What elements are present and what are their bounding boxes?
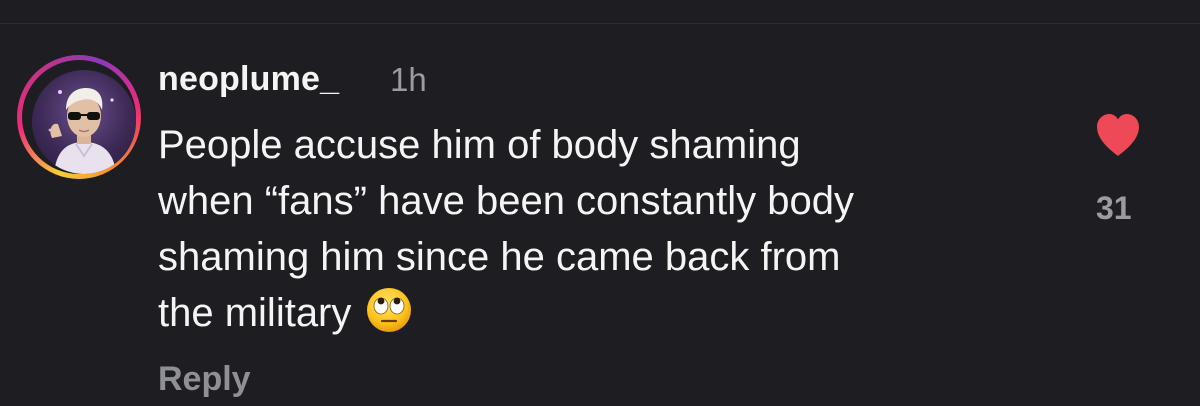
timestamp: 1h bbox=[390, 61, 427, 98]
username[interactable]: neoplume_ bbox=[158, 60, 339, 99]
profile-photo-icon bbox=[48, 88, 116, 174]
reply-button[interactable]: Reply bbox=[158, 360, 251, 399]
divider bbox=[0, 23, 1200, 24]
comment-line: the military bbox=[158, 291, 352, 335]
heart-icon bbox=[1097, 114, 1139, 156]
comment-line-last: the military bbox=[158, 285, 1038, 349]
avatar[interactable] bbox=[32, 70, 136, 174]
comment-line: People accuse him of body shaming bbox=[158, 123, 801, 167]
comment-line: shaming him since he came back from bbox=[158, 235, 841, 279]
comment-text: People accuse him of body shaming when “… bbox=[158, 117, 1038, 349]
like-count[interactable]: 31 bbox=[1096, 190, 1132, 227]
story-ring[interactable] bbox=[17, 55, 141, 179]
like-button[interactable] bbox=[1094, 112, 1142, 158]
comment-line: when “fans” have been constantly body bbox=[158, 179, 854, 223]
avatar-gap bbox=[22, 60, 136, 174]
comment-screen: neoplume_ 1h People accuse him of body s… bbox=[0, 0, 1200, 406]
rolling-eyes-emoji-icon bbox=[365, 286, 413, 349]
